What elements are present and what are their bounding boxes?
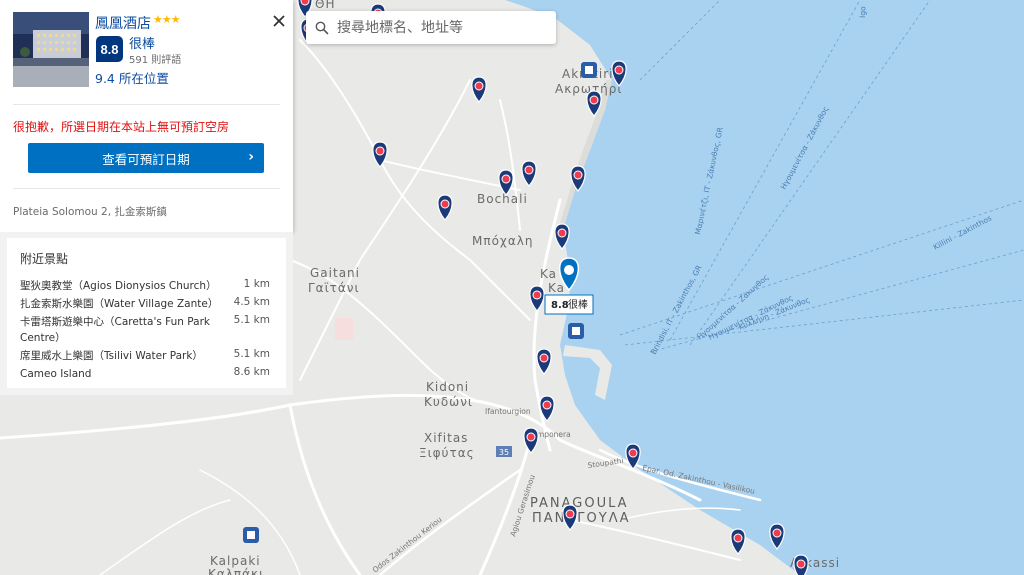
close-icon[interactable] [270,12,288,30]
nearby-item-name: 卡雷塔斯遊樂中心（Caretta's Fun Park Centre） [20,316,210,344]
map-pin-word: 很棒 [568,298,588,311]
nearby-item-distance: 5.1 km [233,348,270,360]
place-label: Ka [540,267,557,281]
hotel-pin[interactable] [793,554,809,575]
search-icon [315,21,329,34]
check-availability-button[interactable]: 查看可預訂日期 › [28,143,264,173]
nearby-item-distance: 8.6 km [233,366,270,378]
nearby-item-distance: 4.5 km [233,296,270,308]
nearby-attractions-panel: 附近景點 聖狄奧教堂（Agios Dionysios Church） 1 km … [0,232,293,395]
place-label: Bochali [477,192,528,206]
nearby-item[interactable]: 扎金索斯水樂園（Water Village Zante） 4.5 km [20,296,270,312]
nearby-card: 附近景點 聖狄奧教堂（Agios Dionysios Church） 1 km … [7,238,286,388]
divider [13,188,280,189]
nearby-item[interactable]: Cameo Island 8.6 km [20,366,270,382]
location-score: 9.4 所在位置 [95,71,169,86]
hotel-address: Plateia Solomou 2, 扎金索斯鎮 [13,206,167,218]
nearby-title: 附近景點 [20,252,69,266]
nearby-item-name: 聖狄奧教堂（Agios Dionysios Church） [20,280,217,292]
road-label: mponera [537,430,571,439]
hotel-info-panel: 鳳凰酒店 ★★★ 8.8 很棒 591 則評語 9.4 所在位置 很抱歉，所選日… [0,0,293,232]
map-pin-score: 8.8 [551,300,569,311]
check-availability-label: 查看可預訂日期 [102,151,190,167]
nearby-item[interactable]: 聖狄奧教堂（Agios Dionysios Church） 1 km [20,278,270,294]
place-label: Ξιφύτας [419,446,475,460]
place-label: ΘΗ [315,0,335,11]
hotel-name[interactable]: 鳳凰酒店 [95,13,151,33]
place-label: Γαϊτάνι [308,281,360,295]
place-label: Κυδώνι [424,395,473,409]
chevron-right-icon: › [248,149,254,165]
place-label: Ka [548,281,565,295]
place-label: PANAGOULA [530,496,629,511]
place-label: ΠΑΝΑΓΟΥΛΑ [532,511,631,526]
map-search-box[interactable] [306,11,556,44]
road-label: Ifantourgion [485,407,531,416]
review-score-word: 很棒 [129,37,156,52]
unavailable-message: 很抱歉，所選日期在本站上無可預訂空房 [13,120,230,134]
divider [13,104,280,105]
nearby-item-name: 席里威水上樂園（Tsilivi Water Park） [20,350,203,362]
review-score-badge: 8.8 [96,36,123,62]
attraction-icon[interactable] [243,527,259,543]
nearby-item-distance: 5.1 km [233,314,270,326]
search-input[interactable] [335,18,539,37]
place-label: Gaitani [310,266,360,280]
star-rating-icon: ★★★ [153,14,181,26]
ferry-label: Igo [858,6,867,18]
place-label: Μπόχαλη [472,234,533,248]
place-label: Kidoni [426,380,469,394]
attraction-icon[interactable] [568,323,584,339]
hotel-photo[interactable] [13,12,89,87]
nearby-item-name: Cameo Island [20,368,92,380]
nearby-item-distance: 1 km [243,278,270,290]
place-label: Kalpaki [210,554,261,568]
nearby-item-name: 扎金索斯水樂園（Water Village Zante） [20,298,219,310]
place-label: Xifitas [424,431,468,445]
selected-hotel-label[interactable]: 8.8 很棒 [544,294,594,315]
review-count: 591 則評語 [129,55,182,66]
road-shield-label: 35 [499,448,509,457]
place-label: Καλπάκι [208,567,264,575]
attraction-icon[interactable] [581,62,597,78]
nearby-item[interactable]: 卡雷塔斯遊樂中心（Caretta's Fun Park Centre） 5.1 … [20,314,270,346]
nearby-item[interactable]: 席里威水上樂園（Tsilivi Water Park） 5.1 km [20,348,270,364]
